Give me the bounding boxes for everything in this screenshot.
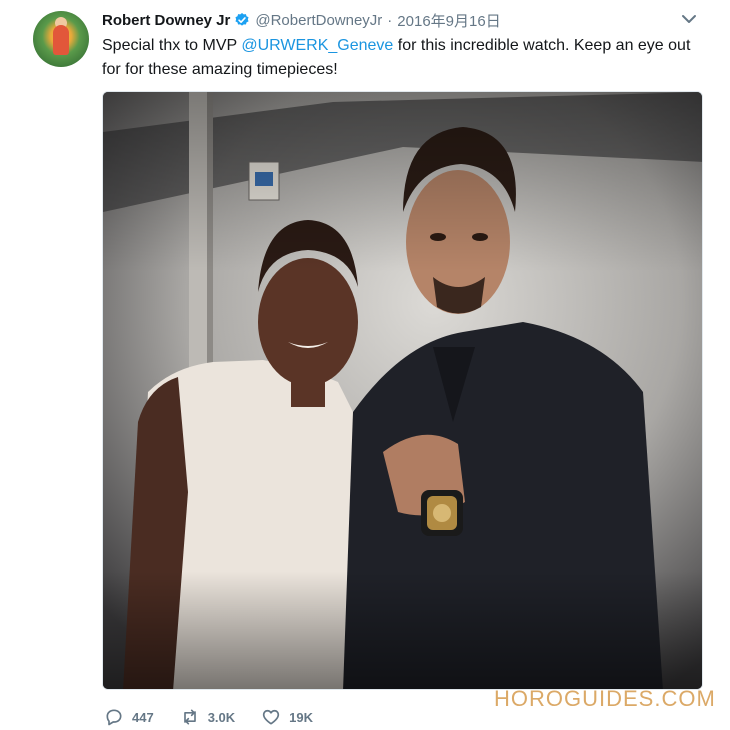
mention-link[interactable]: @URWERK_Geneve <box>241 37 393 54</box>
avatar-figure <box>53 25 69 55</box>
tweet-card: Robert Downey Jr @RobertDowneyJr · 2016年… <box>0 0 730 730</box>
like-count: 19K <box>289 709 314 725</box>
tweet-actions: 447 3.0K 19K <box>104 706 339 728</box>
reply-count: 447 <box>132 709 154 725</box>
like-button[interactable]: 19K <box>261 707 313 727</box>
tweet-photo[interactable] <box>102 91 703 690</box>
header-separator: · <box>387 11 393 29</box>
tweet-date[interactable]: 2016年9月16日 <box>397 10 500 31</box>
tweet-text-before: Special thx to MVP <box>102 37 242 54</box>
retweet-icon <box>183 709 196 725</box>
retweet-count: 3.0K <box>207 709 236 725</box>
chevron-down-icon[interactable] <box>680 12 698 26</box>
verified-badge-icon <box>235 13 249 26</box>
watermark-text: HOROGUIDES.COM <box>494 686 716 711</box>
tweet-header: Robert Downey Jr @RobertDowneyJr · 2016年… <box>102 9 501 31</box>
reply-icon <box>106 709 122 726</box>
avatar[interactable] <box>33 11 89 67</box>
retweet-button[interactable]: 3.0K <box>180 707 235 727</box>
tweet-text: Special thx to MVP @URWERK_Geneve for th… <box>102 34 702 82</box>
heart-icon <box>263 709 280 725</box>
photo-image <box>103 92 702 689</box>
author-handle[interactable]: @RobertDowneyJr <box>255 12 382 29</box>
author-name[interactable]: Robert Downey Jr <box>102 12 230 29</box>
reply-button[interactable]: 447 <box>104 707 154 727</box>
